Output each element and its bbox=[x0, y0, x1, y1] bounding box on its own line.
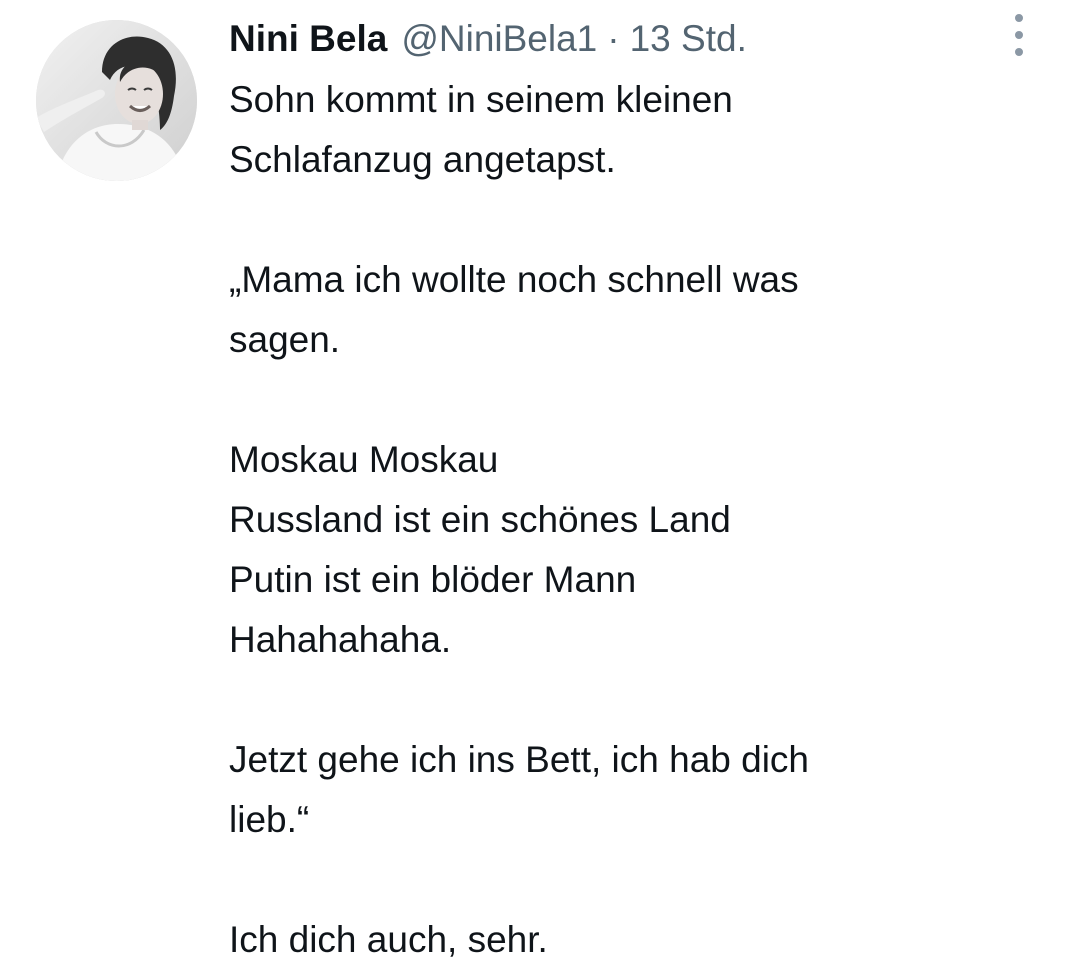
paragraph-break bbox=[229, 850, 1049, 910]
tweet-header: Nini Bela @NiniBela1 · 13 Std. bbox=[229, 14, 747, 64]
tweet-text-line: Ich dich auch, sehr. bbox=[229, 919, 548, 960]
tweet-text-line: Moskau Moskau bbox=[229, 439, 499, 480]
tweet-text: Sohn kommt in seinem kleinen Schlafanzug… bbox=[229, 70, 1049, 970]
author-handle[interactable]: @NiniBela1 bbox=[401, 14, 597, 64]
paragraph-break bbox=[229, 670, 1049, 730]
more-options-icon-dot-3 bbox=[1015, 48, 1023, 56]
tweet-text-line: Jetzt gehe ich ins Bett, ich hab dich bbox=[229, 739, 810, 780]
tweet-text-line: Schlafanzug angetapst. bbox=[229, 139, 616, 180]
tweet: Nini Bela @NiniBela1 · 13 Std. Sohn komm… bbox=[0, 0, 1078, 975]
avatar-photo bbox=[36, 20, 197, 181]
tweet-timestamp[interactable]: 13 Std. bbox=[630, 14, 747, 64]
tweet-text-line: Hahahahaha. bbox=[229, 619, 452, 660]
tweet-text-line: Sohn kommt in seinem kleinen bbox=[229, 79, 733, 120]
tweet-text-line: sagen. bbox=[229, 319, 341, 360]
tweet-text-line: Putin ist ein blöder Mann bbox=[229, 559, 637, 600]
tweet-text-line: lieb.“ bbox=[229, 799, 310, 840]
tweet-text-line: Russland ist ein schönes Land bbox=[229, 499, 731, 540]
more-options-icon bbox=[1015, 14, 1023, 22]
author-display-name[interactable]: Nini Bela bbox=[229, 14, 387, 64]
avatar[interactable] bbox=[36, 20, 197, 181]
paragraph-break bbox=[229, 190, 1049, 250]
header-separator: · bbox=[607, 18, 620, 59]
more-options-button[interactable] bbox=[1004, 14, 1034, 56]
more-options-icon-dot-2 bbox=[1015, 31, 1023, 39]
tweet-text-line: „Mama ich wollte noch schnell was bbox=[229, 259, 799, 300]
paragraph-break bbox=[229, 370, 1049, 430]
